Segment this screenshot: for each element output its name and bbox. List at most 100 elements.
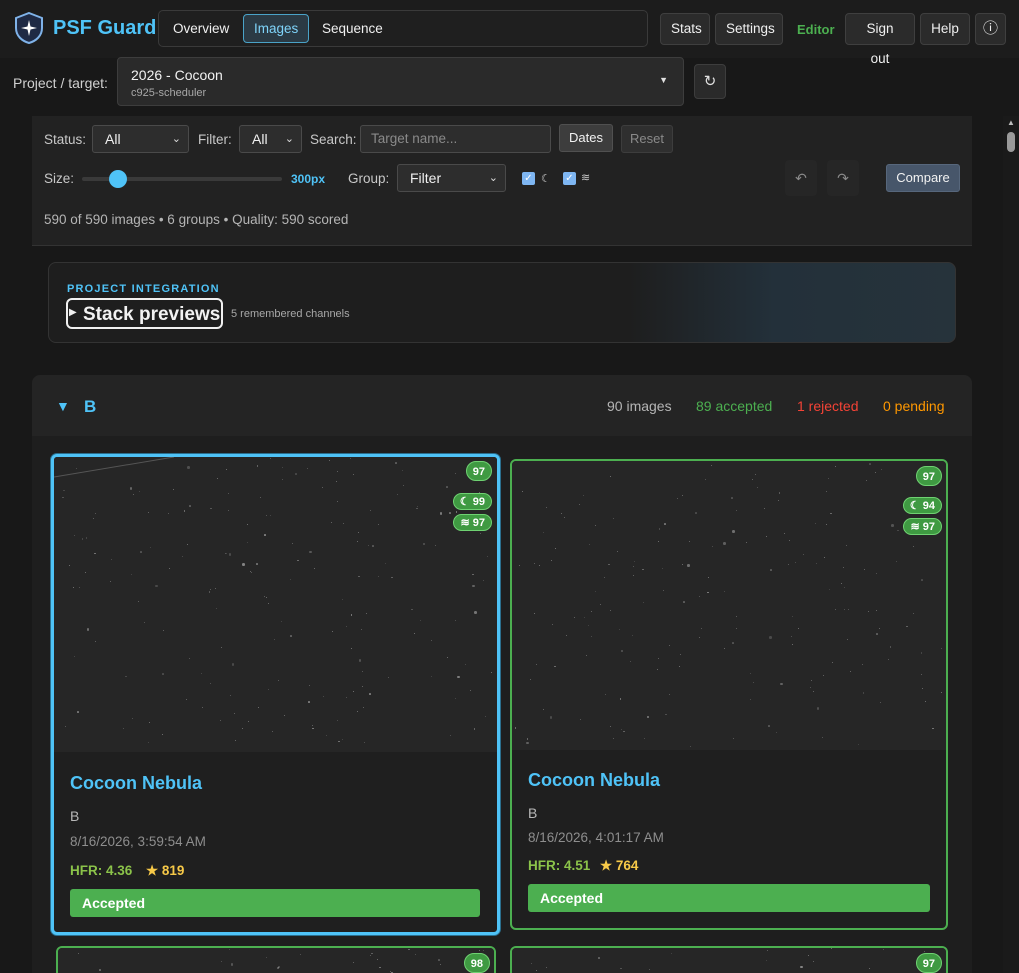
- app-title: PSF Guard: [53, 17, 157, 39]
- tab-images[interactable]: Images: [243, 14, 310, 43]
- star-dot: [745, 541, 747, 543]
- star-dot: [843, 586, 845, 588]
- star-dot: [183, 510, 186, 512]
- star-dot: [619, 628, 621, 630]
- stack-score-checkbox[interactable]: ✓: [563, 172, 576, 185]
- image-thumbnail[interactable]: [54, 457, 497, 752]
- group-label: Group:: [348, 171, 390, 186]
- image-card[interactable]: 97 ☾ 99 ≋ 97 Cocoon Nebula B 8/16/2026, …: [51, 454, 500, 935]
- status-select[interactable]: All ⌄: [92, 125, 189, 153]
- star-dot: [921, 687, 924, 690]
- star-dot: [295, 473, 297, 475]
- star-dot: [109, 581, 111, 583]
- info-icon[interactable]: ⓘ: [975, 13, 1006, 45]
- star-dot: [630, 661, 632, 663]
- star-dot: [584, 616, 586, 618]
- star-dot: [608, 563, 610, 566]
- image-card[interactable]: 97: [510, 946, 948, 973]
- scrollbar-thumb[interactable]: [1007, 132, 1015, 152]
- sign-out-button[interactable]: Sign out: [845, 13, 915, 66]
- tab-sequence[interactable]: Sequence: [312, 14, 393, 43]
- star-dot: [228, 553, 232, 556]
- dates-button[interactable]: Dates: [559, 124, 613, 152]
- star-dot: [281, 478, 283, 480]
- quality-score-badge: 97: [465, 461, 492, 481]
- star-dot: [670, 952, 672, 954]
- help-button[interactable]: Help: [920, 13, 970, 45]
- star-dot: [391, 576, 393, 579]
- star-dot: [810, 680, 812, 682]
- page-scrollbar[interactable]: ▲: [1003, 116, 1019, 973]
- star-dot: [613, 737, 615, 739]
- reset-button[interactable]: Reset: [621, 125, 673, 153]
- stats-button[interactable]: Stats: [660, 13, 710, 45]
- star-dot: [482, 950, 484, 952]
- star-dot: [841, 583, 843, 585]
- star-dot: [791, 615, 793, 617]
- search-label: Search:: [310, 132, 357, 147]
- card-title: Cocoon Nebula: [528, 770, 661, 790]
- star-dot: [518, 565, 520, 567]
- star-dot: [271, 731, 273, 733]
- star-dot: [270, 515, 272, 517]
- card-title: Cocoon Nebula: [70, 773, 203, 793]
- settings-button[interactable]: Settings: [715, 13, 783, 45]
- star-dot: [312, 727, 314, 730]
- star-dot: [455, 620, 457, 622]
- star-dot: [663, 590, 665, 592]
- group-header[interactable]: ▼ B 90 images 89 accepted 1 rejected 0 p…: [32, 375, 972, 436]
- image-card[interactable]: 98: [56, 946, 496, 973]
- star-dot: [72, 586, 74, 588]
- star-dot: [189, 505, 191, 507]
- image-thumbnail[interactable]: [58, 948, 494, 973]
- refresh-icon[interactable]: ↻: [694, 64, 726, 99]
- star-dot: [297, 559, 299, 562]
- star-dot: [449, 512, 451, 514]
- image-thumbnail[interactable]: [512, 948, 946, 973]
- star-dot: [554, 547, 556, 549]
- compare-button[interactable]: Compare: [886, 164, 960, 192]
- filter-select[interactable]: All ⌄: [239, 125, 302, 153]
- image-card[interactable]: 97 ☾ 94 ≋ 97 Cocoon Nebula B 8/16/2026, …: [510, 459, 948, 930]
- image-thumbnail[interactable]: [512, 461, 946, 750]
- star-dot: [767, 950, 769, 952]
- star-dot: [217, 477, 219, 479]
- card-hfr: HFR: 4.36: [70, 863, 133, 878]
- star-dot: [149, 721, 151, 723]
- star-dot: [230, 963, 234, 966]
- shield-logo-icon: [15, 12, 43, 44]
- chevron-down-icon: ⌄: [284, 133, 294, 145]
- star-dot: [352, 690, 355, 693]
- star-dot: [110, 558, 113, 561]
- star-dot: [913, 546, 915, 548]
- star-dot: [749, 699, 751, 701]
- star-dot: [415, 953, 417, 955]
- moon-score-checkbox[interactable]: ✓: [522, 172, 535, 185]
- tab-overview[interactable]: Overview: [163, 14, 239, 43]
- scroll-up-icon[interactable]: ▲: [1007, 118, 1015, 127]
- star-dot: [242, 563, 245, 566]
- redo-icon[interactable]: ↷: [827, 160, 859, 196]
- size-slider-thumb[interactable]: [109, 170, 127, 188]
- star-dot: [617, 550, 619, 552]
- star-dot: [861, 663, 863, 665]
- star-dot: [266, 596, 268, 598]
- star-dot: [835, 465, 837, 467]
- star-dot: [248, 720, 250, 722]
- project-select[interactable]: 2026 - Cocoon c925-scheduler ▼: [117, 57, 684, 106]
- stack-previews-toggle[interactable]: ▶ Stack previews: [66, 298, 223, 329]
- star-dot: [173, 488, 175, 490]
- star-dot: [846, 638, 848, 640]
- star-dot: [148, 741, 150, 743]
- collapse-icon[interactable]: ▼: [56, 398, 70, 414]
- search-input[interactable]: Target name...: [360, 125, 551, 153]
- main-nav: Overview Images Sequence: [158, 10, 648, 47]
- star-dot: [708, 577, 710, 579]
- star-dot: [282, 467, 284, 469]
- star-dot: [225, 552, 227, 554]
- undo-icon[interactable]: ↶: [785, 160, 817, 196]
- group-select[interactable]: Filter ⌄: [397, 164, 506, 192]
- star-dot: [550, 560, 552, 561]
- stack-score-value: 97: [922, 521, 935, 533]
- star-dot: [889, 646, 892, 648]
